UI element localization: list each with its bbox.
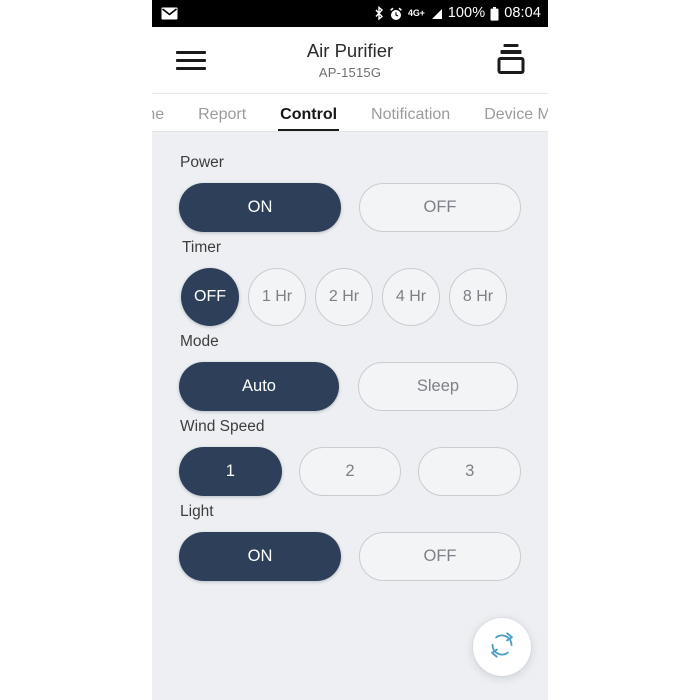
envelope-icon [161,7,178,20]
battery-full-icon [490,6,499,21]
hamburger-line [176,50,206,54]
mode-options: Auto Sleep [179,362,521,411]
tab-home[interactable]: ome [152,107,181,131]
tab-device-management[interactable]: Device M [467,107,548,131]
light-label: Light [180,503,214,520]
clock-label: 08:04 [504,5,541,22]
timer-option-off[interactable]: OFF [181,268,239,326]
status-bar: 4G+ 100% 08:04 [152,0,548,27]
hamburger-line [176,58,206,62]
wind-speed-options: 1 2 3 [179,447,521,496]
app-bar-title-block: Air Purifier AP-1515G [152,40,548,79]
mode-section: Mode Auto Sleep [152,333,548,411]
refresh-button[interactable] [473,618,531,676]
page-title: Air Purifier [306,40,394,62]
wind-speed-label: Wind Speed [180,418,265,435]
stack-bar-top [503,44,519,47]
hamburger-line [176,66,206,70]
screenshot-canvas: 4G+ 100% 08:04 Air Purifier AP-1515G e R… [0,0,700,700]
power-label: Power [180,154,224,171]
phone-screen: 4G+ 100% 08:04 Air Purifier AP-1515G e R… [152,0,548,700]
status-bar-left [161,7,178,20]
light-options: ON OFF [179,532,521,581]
timer-options: OFF 1 Hr 2 Hr 4 Hr 8 Hr [181,268,521,326]
tab-strip: ome Report Control Notification Device M [152,94,548,131]
power-section: Power ON OFF [152,154,548,232]
wind-speed-option-2[interactable]: 2 [298,447,402,496]
bluetooth-icon [374,6,384,21]
network-type-label: 4G+ [408,8,425,18]
wind-speed-section: Wind Speed 1 2 3 [152,418,548,496]
status-bar-right: 4G+ 100% 08:04 [374,6,541,21]
timer-option-2hr[interactable]: 2 Hr [315,268,373,326]
timer-section: Timer OFF 1 Hr 2 Hr 4 Hr 8 Hr [152,239,548,326]
timer-option-4hr[interactable]: 4 Hr [382,268,440,326]
alarm-clock-icon [389,7,403,21]
light-option-on[interactable]: ON [179,532,341,581]
timer-label: Timer [182,239,222,256]
tab-notification[interactable]: Notification [354,107,467,131]
app-bar: Air Purifier AP-1515G [152,27,548,94]
light-option-off[interactable]: OFF [359,532,521,581]
wind-speed-option-3[interactable]: 3 [418,447,521,496]
tab-control[interactable]: Control [263,107,354,131]
tab-bar: ome Report Control Notification Device M [152,94,548,132]
timer-option-1hr[interactable]: 1 Hr [248,268,306,326]
mode-option-sleep[interactable]: Sleep [358,362,518,411]
battery-percent-label: 100% [447,5,486,22]
stack-bar-middle [500,50,522,54]
tab-report[interactable]: Report [181,107,263,131]
mode-option-auto[interactable]: Auto [179,362,339,411]
light-section: Light ON OFF [152,503,548,581]
signal-bars-icon [430,8,443,20]
wind-speed-option-1[interactable]: 1 [179,447,282,496]
stack-box-bottom [497,57,525,74]
device-stack-icon[interactable] [496,44,526,76]
hamburger-menu-icon[interactable] [176,46,206,75]
power-option-on[interactable]: ON [179,183,341,232]
mode-label: Mode [180,333,219,350]
refresh-icon [484,627,520,668]
power-option-off[interactable]: OFF [359,183,521,232]
device-model-label: AP-1515G [318,64,382,80]
timer-option-8hr[interactable]: 8 Hr [449,268,507,326]
control-panel: Power ON OFF Timer OFF 1 Hr 2 Hr 4 Hr 8 … [152,132,548,700]
power-options: ON OFF [179,183,521,232]
